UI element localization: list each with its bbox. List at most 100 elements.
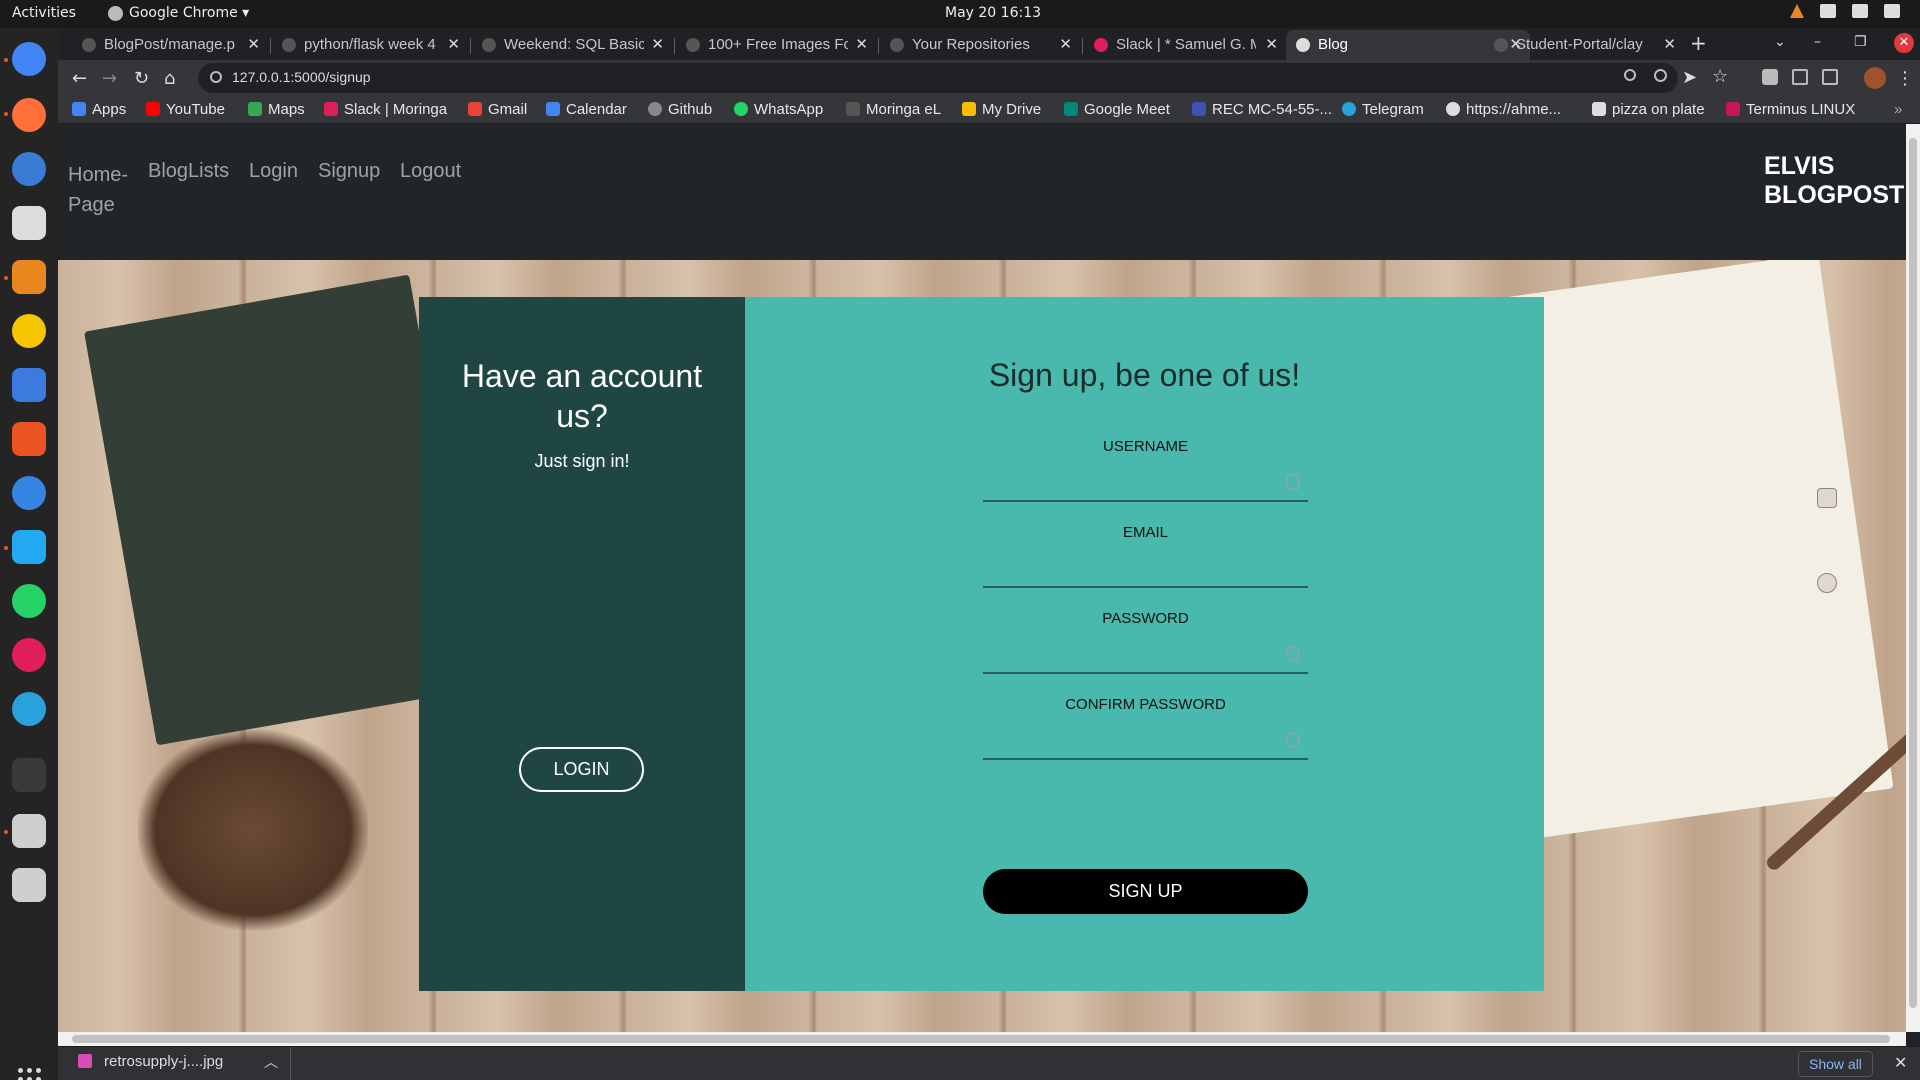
email-field[interactable]: EMAIL <box>983 524 1308 588</box>
bookmark-slack[interactable]: Slack | Moringa <box>324 101 447 118</box>
reload-icon[interactable]: ↻ <box>134 68 149 89</box>
tab[interactable]: Weekend: SQL Basic ✕ <box>472 30 672 60</box>
zoom-icon[interactable] <box>1654 69 1667 82</box>
tab[interactable]: python/flask week 4 ✕ <box>272 30 468 60</box>
key-icon[interactable] <box>1624 69 1636 81</box>
tab-close-icon[interactable]: ✕ <box>247 35 260 53</box>
address-bar[interactable]: 127.0.0.1:5000/signup <box>198 63 1678 93</box>
tab-search-icon[interactable]: ⌄ <box>1774 34 1786 50</box>
username-field[interactable]: USERNAME <box>983 438 1308 502</box>
whatsapp-dock-icon[interactable] <box>12 584 46 618</box>
nav-home-link[interactable]: Home- Page <box>68 160 128 220</box>
scroll-thumb[interactable] <box>72 1035 1890 1043</box>
password-key-icon[interactable] <box>1286 732 1300 748</box>
email-input[interactable] <box>983 586 1308 588</box>
horizontal-scrollbar[interactable] <box>58 1032 1906 1046</box>
back-icon[interactable]: ← <box>72 68 87 89</box>
url-text[interactable]: 127.0.0.1:5000/signup <box>232 69 371 85</box>
rhythmbox-dock-icon[interactable] <box>12 314 46 348</box>
tab-close-icon[interactable]: ✕ <box>1265 35 1278 53</box>
tab-close-icon[interactable]: ✕ <box>1663 35 1676 53</box>
chrome-dock-icon[interactable] <box>12 42 46 76</box>
password-input[interactable] <box>983 672 1308 674</box>
image-viewer-dock-icon[interactable] <box>12 868 46 902</box>
vlc-tray-icon[interactable] <box>1790 4 1804 18</box>
tab[interactable]: Your Repositories ✕ <box>880 30 1080 60</box>
bookmark-ahme[interactable]: https://ahme... <box>1446 101 1561 118</box>
tab-close-icon[interactable]: ✕ <box>1059 35 1072 53</box>
signup-button[interactable]: SIGN UP <box>983 869 1308 914</box>
tab[interactable]: Student-Portal/clay ✕ <box>1484 30 1684 60</box>
bookmark-star-icon[interactable]: ☆ <box>1712 66 1728 87</box>
tab-close-icon[interactable]: ✕ <box>651 35 664 53</box>
nav-signup-link[interactable]: Signup <box>318 160 380 183</box>
window-close-icon[interactable]: ✕ <box>1894 33 1914 53</box>
help-dock-icon[interactable] <box>12 476 46 510</box>
bookmark-drive[interactable]: My Drive <box>962 101 1041 118</box>
tab-close-icon[interactable]: ✕ <box>447 35 460 53</box>
bookmark-maps[interactable]: Maps <box>248 101 305 118</box>
system-monitor-dock-icon[interactable] <box>12 758 46 792</box>
bookmark-terminus[interactable]: Terminus LINUX <box>1726 101 1855 118</box>
nav-bloglists-link[interactable]: BlogLists <box>148 160 229 183</box>
autofill-icon[interactable] <box>1817 573 1837 593</box>
bookmark-apps[interactable]: Apps <box>72 101 126 118</box>
menu-kebab-icon[interactable]: ⋮ <box>1896 68 1914 89</box>
system-tray[interactable] <box>1790 4 1900 18</box>
app-menu[interactable]: Google Chrome ▾ <box>108 5 249 21</box>
nav-login-link[interactable]: Login <box>249 160 298 183</box>
software-dock-icon[interactable] <box>12 422 46 456</box>
password-manager-icon[interactable] <box>1817 488 1837 508</box>
bookmark-whatsapp[interactable]: WhatsApp <box>734 101 823 118</box>
slack-dock-icon[interactable] <box>12 638 46 672</box>
tab[interactable]: Slack | * Samuel G. M ✕ <box>1084 30 1286 60</box>
usb-drive-dock-icon[interactable] <box>12 814 46 848</box>
bookmark-youtube[interactable]: YouTube <box>146 101 225 118</box>
minimize-icon[interactable]: – <box>1814 34 1821 50</box>
show-all-button[interactable]: Show all <box>1798 1051 1873 1077</box>
bookmark-telegram[interactable]: Telegram <box>1342 101 1424 118</box>
home-icon[interactable]: ⌂ <box>164 68 175 89</box>
vscode-dock-icon[interactable] <box>12 530 46 564</box>
more-bookmarks-icon[interactable]: » <box>1894 101 1902 118</box>
vertical-scrollbar[interactable] <box>1906 124 1920 1032</box>
profile-avatar[interactable] <box>1864 67 1886 89</box>
side-panel-icon[interactable] <box>1822 69 1838 85</box>
scroll-thumb[interactable] <box>1909 138 1917 1008</box>
telegram-dock-icon[interactable] <box>12 692 46 726</box>
send-tab-icon[interactable]: ➤ <box>1682 67 1697 88</box>
bookmark-meet[interactable]: Google Meet <box>1064 101 1170 118</box>
tab[interactable]: BlogPost/manage.p ✕ <box>72 30 268 60</box>
close-icon[interactable]: ✕ <box>1894 1053 1907 1072</box>
cast-icon[interactable] <box>1792 69 1808 85</box>
confirm-password-input[interactable] <box>983 758 1308 760</box>
download-item[interactable]: retrosupply-j....jpg <box>78 1053 223 1070</box>
firefox-dock-icon[interactable] <box>12 98 46 132</box>
site-brand[interactable]: ELVIS BLOGPOST <box>1764 152 1904 210</box>
restore-icon[interactable]: ❐ <box>1854 34 1867 50</box>
bookmark-moringa[interactable]: Moringa eL <box>846 101 941 118</box>
show-applications-icon[interactable] <box>18 1068 41 1080</box>
login-button[interactable]: LOGIN <box>519 747 644 792</box>
nav-logout-link[interactable]: Logout <box>400 160 461 183</box>
forward-icon[interactable]: → <box>102 68 117 89</box>
bookmark-rec[interactable]: REC MC-54-55-... <box>1192 101 1332 118</box>
password-key-icon[interactable] <box>1286 646 1300 662</box>
confirm-password-field[interactable]: CONFIRM PASSWORD <box>983 696 1308 760</box>
writer-dock-icon[interactable] <box>12 368 46 402</box>
chevron-up-icon[interactable]: ︿ <box>264 1052 278 1072</box>
new-tab-icon[interactable]: + <box>1690 31 1707 55</box>
bookmark-gmail[interactable]: Gmail <box>468 101 527 118</box>
tab[interactable]: 100+ Free Images Fo ✕ <box>676 30 876 60</box>
thunderbird-dock-icon[interactable] <box>12 152 46 186</box>
bookmark-pizza[interactable]: pizza on plate <box>1592 101 1705 118</box>
password-field[interactable]: PASSWORD <box>983 610 1308 674</box>
vlc-dock-icon[interactable] <box>12 260 46 294</box>
clock[interactable]: May 20 16:13 <box>945 5 1041 21</box>
activities-button[interactable]: Activities <box>12 5 76 21</box>
extensions-icon[interactable] <box>1762 69 1778 85</box>
username-input[interactable] <box>983 500 1308 502</box>
site-info-icon[interactable] <box>210 71 222 83</box>
tab-close-icon[interactable]: ✕ <box>855 35 868 53</box>
contact-card-icon[interactable] <box>1286 474 1300 490</box>
